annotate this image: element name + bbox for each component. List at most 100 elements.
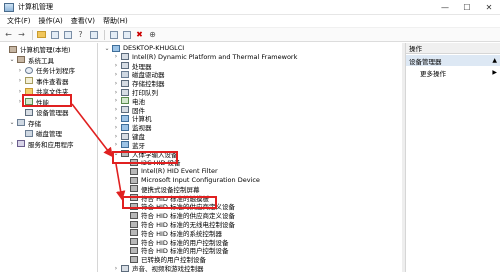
- console-tree-icon[interactable]: [49, 29, 60, 40]
- title-bar: 计算机管理 — ☐ ✕: [0, 0, 500, 15]
- uninstall-icon[interactable]: ✖: [134, 29, 145, 40]
- forward-icon[interactable]: →: [16, 29, 27, 40]
- dev-icon: [121, 264, 129, 272]
- tree-item-label: 存储: [28, 119, 41, 128]
- disk-icon: [25, 129, 33, 137]
- hid-icon: [130, 176, 138, 184]
- tree-item-label: 服务和应用程序: [28, 140, 74, 149]
- menu-bar: 文件(F) 操作(A) 查看(V) 帮助(H): [0, 15, 500, 28]
- dev-icon: [121, 62, 129, 70]
- highlight-hid-devices: [112, 151, 178, 164]
- tool-icon: [9, 45, 17, 53]
- expand-icon[interactable]: ›: [113, 71, 119, 78]
- maximize-button[interactable]: ☐: [456, 0, 478, 15]
- console-tree-item[interactable]: › 事件查看器: [17, 76, 69, 86]
- perf-icon: [121, 97, 129, 105]
- hid-icon: [130, 211, 138, 219]
- tree-item-label: Microsoft Input Configuration Device: [141, 176, 260, 184]
- pc-icon: [121, 114, 129, 122]
- console-tree-item[interactable]: › 任务计划程序: [17, 65, 75, 75]
- menu-help[interactable]: 帮助(H): [99, 16, 132, 26]
- console-tree-item[interactable]: 磁盘管理: [17, 128, 62, 138]
- tree-item-label: 任务计划程序: [36, 67, 75, 75]
- dev-icon: [121, 79, 129, 87]
- console-tree-item[interactable]: ⌄ 存储: [9, 118, 41, 128]
- expand-icon[interactable]: ›: [113, 89, 119, 96]
- console-tree: 计算机管理(本地) ⌄ 系统工具 › 任务计划程序 › 事件查看器 › 共享文件夹 › 性能 设备管理…: [0, 43, 98, 272]
- expand-icon[interactable]: ›: [113, 62, 119, 69]
- actions-header: 操作: [406, 43, 500, 54]
- toolbar-separator: [104, 29, 105, 40]
- tree-item-label: 系统工具: [28, 56, 54, 65]
- expand-icon[interactable]: ›: [9, 140, 15, 147]
- console-tree-item[interactable]: 设备管理器: [17, 107, 69, 117]
- dev-icon: [121, 106, 129, 114]
- expand-icon[interactable]: ›: [17, 77, 23, 84]
- dev-icon: [25, 108, 33, 116]
- expand-icon[interactable]: ›: [113, 115, 119, 122]
- pc-icon: [112, 44, 120, 52]
- expand-icon[interactable]: ›: [113, 133, 119, 140]
- highlight-touchpad: [122, 196, 217, 209]
- expand-icon[interactable]: ›: [113, 97, 119, 104]
- expand-icon[interactable]: ›: [113, 141, 119, 148]
- collapse-icon[interactable]: ⌄: [9, 119, 15, 126]
- hid-icon: [130, 255, 138, 263]
- disk-icon: [17, 119, 25, 126]
- actions-section-label: 设备管理器: [409, 57, 442, 66]
- minimize-button[interactable]: —: [434, 0, 456, 15]
- hid-icon: [130, 229, 138, 237]
- tree-item-label: 事件查看器: [36, 77, 69, 86]
- collapse-icon[interactable]: ⌄: [9, 56, 15, 63]
- window-controls: — ☐ ✕: [434, 0, 500, 15]
- tree-item-label: 声音、视频和游戏控制器: [132, 265, 204, 272]
- tree-item-label: 计算机管理(本地): [20, 46, 71, 54]
- hid-icon: [130, 220, 138, 228]
- collapse-icon[interactable]: ⌄: [104, 45, 110, 52]
- clock-icon: [25, 66, 33, 74]
- hid-icon: [130, 246, 138, 254]
- hid-icon: [130, 185, 138, 193]
- up-folder-icon[interactable]: [36, 29, 47, 40]
- scan-hardware-icon[interactable]: ⊕: [147, 29, 158, 40]
- disk-icon: [121, 70, 129, 78]
- properties-icon[interactable]: [62, 29, 73, 40]
- menu-view[interactable]: 查看(V): [67, 16, 99, 26]
- dev-icon: [121, 53, 129, 61]
- menu-action[interactable]: 操作(A): [35, 16, 67, 26]
- console-tree-item[interactable]: › 服务和应用程序: [9, 139, 74, 149]
- dev-icon: [121, 132, 129, 140]
- console-tree-item[interactable]: ⌄ 系统工具: [9, 55, 54, 65]
- more-actions-label: 更多操作: [420, 69, 446, 78]
- collapse-caret-icon[interactable]: ▲: [492, 57, 497, 64]
- expand-icon[interactable]: ›: [113, 124, 119, 131]
- update-driver-icon[interactable]: [121, 29, 132, 40]
- tree-item-label: 磁盘管理: [36, 130, 62, 138]
- help-icon[interactable]: ?: [75, 29, 86, 40]
- computer-management-icon: [4, 2, 14, 12]
- expand-icon[interactable]: ›: [113, 265, 119, 272]
- expand-icon[interactable]: ›: [113, 53, 119, 60]
- log-icon: [25, 77, 33, 84]
- actions-pane: 操作 设备管理器 ▲ 更多操作 ▶: [405, 43, 500, 272]
- toolbar-separator: [32, 29, 33, 40]
- expand-icon[interactable]: ›: [113, 80, 119, 87]
- pc-icon: [121, 141, 129, 149]
- actions-section-device-manager[interactable]: 设备管理器 ▲: [406, 55, 500, 66]
- expand-icon[interactable]: ›: [17, 67, 23, 74]
- menu-file[interactable]: 文件(F): [3, 16, 35, 26]
- window-title: 计算机管理: [18, 3, 53, 11]
- back-icon[interactable]: ←: [3, 29, 14, 40]
- highlight-device-manager: [22, 94, 72, 107]
- monitor-icon[interactable]: [108, 29, 119, 40]
- dev-icon: [121, 88, 129, 96]
- more-actions-item[interactable]: 更多操作 ▶: [406, 67, 500, 78]
- hid-icon: [130, 238, 138, 246]
- close-button[interactable]: ✕: [478, 0, 500, 15]
- device-tree-item[interactable]: › 声音、视频和游戏控制器: [113, 263, 204, 272]
- console-tree-item[interactable]: 计算机管理(本地): [1, 44, 71, 54]
- pc-icon: [121, 123, 129, 131]
- svc-icon: [17, 140, 25, 147]
- view-icon[interactable]: [88, 29, 99, 40]
- expand-icon[interactable]: ›: [113, 106, 119, 113]
